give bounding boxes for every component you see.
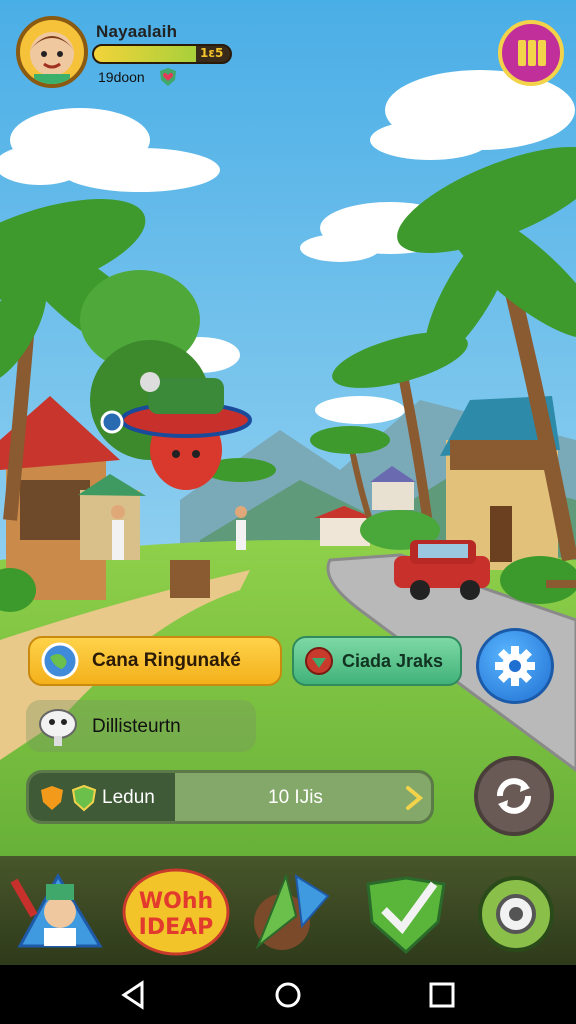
character-icon [10,872,103,948]
recent-apps-icon[interactable] [422,978,462,1012]
bottom-nav-gear[interactable] [470,866,566,958]
refresh-icon [497,778,531,814]
event-logo-icon: WOhh IDEAP [122,868,230,956]
globe-icon [41,642,79,680]
bottom-nav-event[interactable]: WOhh IDEAP [122,866,232,958]
refresh-button[interactable] [474,756,554,836]
green-shield-icon [71,784,97,812]
level-label: Ledun [102,787,155,808]
secondary-action-label: Ciada Jraks [342,650,444,671]
bottom-nav-character[interactable] [10,866,106,958]
home-icon[interactable] [268,978,308,1012]
chevron-right-icon[interactable] [402,784,426,812]
gear-icon [495,646,535,686]
heart-shield-icon [160,68,176,86]
event-logo-line2: IDEAP [139,915,214,940]
gear-badge-icon [478,876,554,952]
bottom-nav-quests[interactable] [358,866,454,958]
pet-icon [39,709,77,746]
xp-progress-fill [94,46,196,62]
event-logo-line1: WOhh [139,889,213,914]
info-label: Dillisteurtn [92,716,181,737]
pause-menu-icon [518,40,546,66]
back-icon[interactable] [114,978,154,1012]
xp-value: 1ɛ5 [200,46,224,60]
bottom-nav-arrows[interactable] [246,866,342,958]
player-name: Nayaalaih [96,22,178,41]
settings-button[interactable] [476,628,554,704]
checkmark-shield-icon [366,876,446,955]
level-value: 10 IJis [268,787,323,808]
shield-icon [305,647,333,675]
player-avatar-icon[interactable] [16,16,88,88]
primary-action-button[interactable]: Cana Ringunaké [28,636,282,686]
pause-menu-button[interactable] [498,20,564,86]
arrows-icon [254,872,330,950]
coin-count: 19doon [98,69,145,85]
primary-action-label: Cana Ringunaké [92,650,241,671]
orange-shield-icon [41,786,63,810]
secondary-action-button[interactable]: Ciada Jraks [292,636,462,686]
face-icon [30,32,74,84]
